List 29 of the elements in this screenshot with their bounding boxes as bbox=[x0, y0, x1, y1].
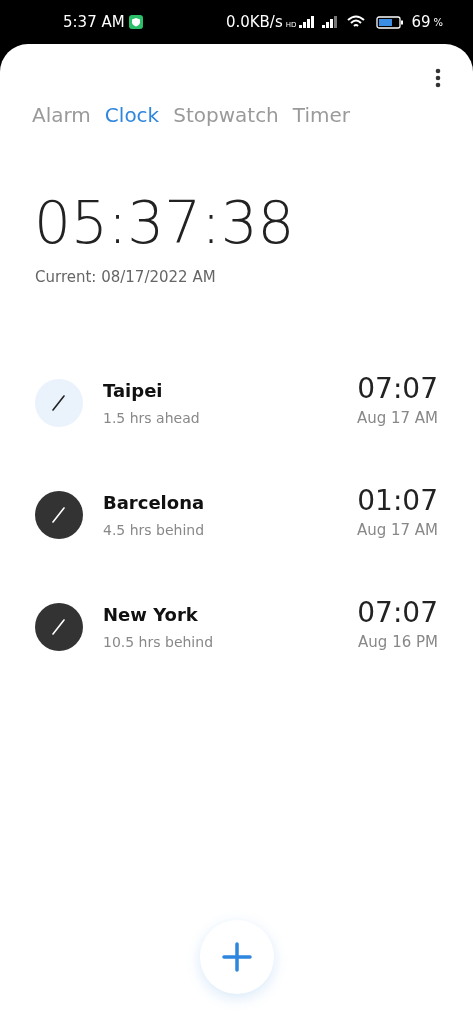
city-name: Barcelona bbox=[103, 490, 206, 515]
time-offset: 1.5 hrs ahead bbox=[103, 408, 201, 428]
current-date: Current: 08/17/2022 AM bbox=[34, 267, 217, 288]
signal-icon bbox=[299, 16, 316, 28]
time-offset: 4.5 hrs behind bbox=[103, 520, 206, 540]
battery-icon bbox=[376, 15, 405, 29]
tab[interactable]: Timer bbox=[292, 100, 350, 130]
network-speed: 0.0KB/s bbox=[225, 11, 283, 33]
current-time: 05:37:38 bbox=[33, 194, 296, 252]
percent-sign: % bbox=[433, 16, 443, 31]
city-date: Aug 16 PM bbox=[358, 632, 438, 654]
plus-icon bbox=[221, 942, 252, 972]
city-date: Aug 17 AM bbox=[356, 520, 438, 542]
battery-percent: 69 bbox=[411, 11, 431, 33]
city-time: 07:07 bbox=[357, 599, 438, 628]
city-name: Taipei bbox=[103, 378, 164, 403]
city-time: 07:07 bbox=[357, 375, 438, 404]
more-icon[interactable] bbox=[435, 68, 441, 88]
tab[interactable]: Alarm bbox=[32, 100, 91, 130]
city-date: Aug 17 AM bbox=[356, 408, 438, 430]
city-time: 01:07 bbox=[357, 487, 438, 516]
shield-icon bbox=[128, 15, 143, 29]
tab[interactable]: Clock bbox=[104, 100, 160, 130]
wifi-icon bbox=[347, 15, 366, 29]
tab[interactable]: Stopwatch bbox=[173, 100, 279, 130]
time-offset: 10.5 hrs behind bbox=[103, 632, 215, 652]
add-button[interactable] bbox=[199, 920, 274, 994]
city-name: New York bbox=[103, 602, 199, 627]
status-time: 5:37 AM bbox=[63, 11, 125, 33]
